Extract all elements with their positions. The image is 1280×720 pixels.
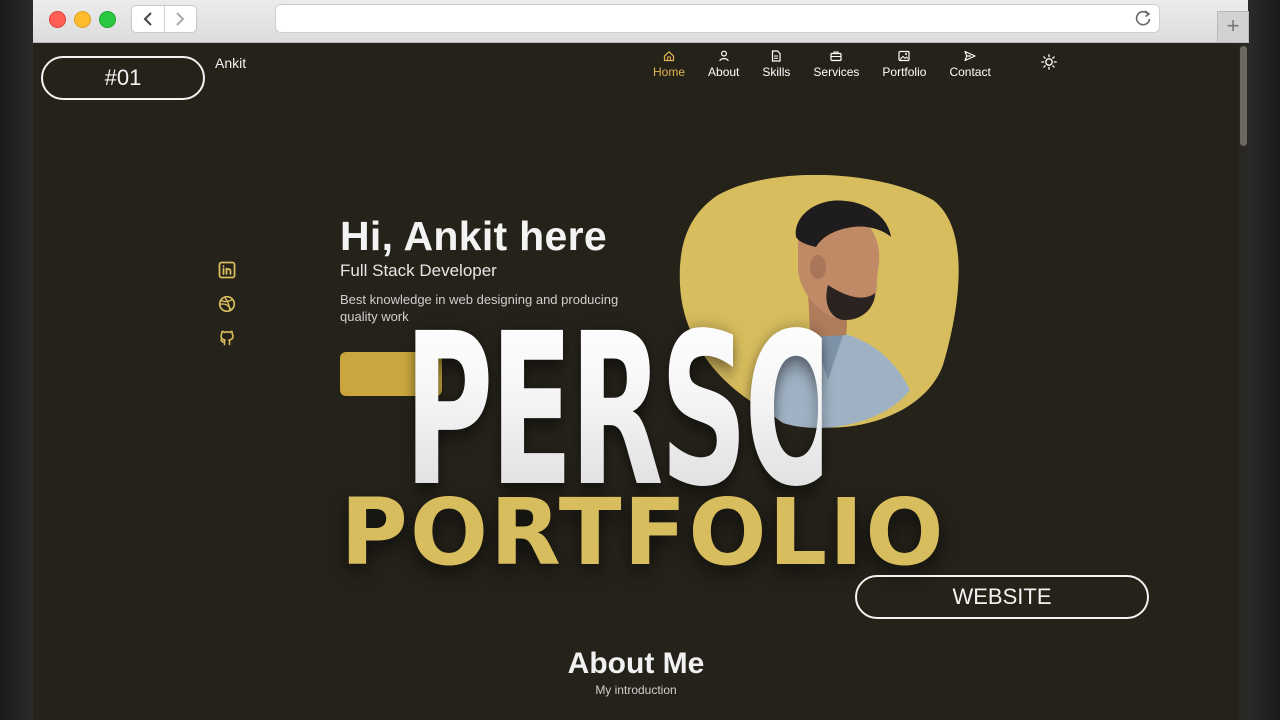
close-window-button[interactable]	[49, 11, 66, 28]
sun-icon[interactable]	[1041, 54, 1057, 70]
nav-skills[interactable]: Skills	[762, 50, 790, 79]
linkedin-icon[interactable]	[218, 261, 236, 279]
scrollbar-thumb[interactable]	[1240, 46, 1247, 146]
user-icon	[718, 50, 729, 62]
frame-right	[1248, 0, 1280, 720]
maximize-window-button[interactable]	[99, 11, 116, 28]
nav-about[interactable]: About	[708, 50, 739, 79]
file-icon	[772, 50, 781, 62]
nav-label: Home	[653, 65, 686, 79]
send-icon	[964, 50, 976, 62]
image-icon	[898, 50, 911, 62]
home-icon	[663, 50, 675, 62]
about-title: About Me	[567, 647, 705, 680]
nav-home[interactable]: Home	[653, 50, 685, 79]
hero-role: Full Stack Developer	[340, 261, 497, 280]
about-subtitle: My introduction	[595, 683, 677, 697]
nav-contact[interactable]: Contact	[949, 50, 991, 79]
frame-left	[0, 0, 33, 720]
episode-badge: #01	[41, 56, 205, 100]
chevron-left-icon	[143, 12, 152, 26]
reload-icon[interactable]	[1133, 8, 1153, 28]
nav-label: Skills	[762, 65, 791, 79]
browser-toolbar	[33, 0, 1248, 43]
website-badge: WEBSITE	[855, 575, 1149, 619]
chevron-right-icon	[176, 12, 185, 26]
back-button[interactable]	[132, 6, 165, 32]
history-buttons	[131, 5, 197, 33]
nav-label: Portfolio	[882, 65, 927, 79]
headline-portfolio: PORTFOLIO	[340, 479, 946, 586]
hero-title: Hi, Ankit here	[340, 213, 607, 259]
nav-label: Contact	[949, 65, 991, 79]
github-icon[interactable]	[218, 329, 236, 347]
dribbble-icon[interactable]	[218, 295, 236, 313]
briefcase-icon	[830, 51, 842, 62]
nav-services[interactable]: Services	[813, 50, 859, 79]
address-bar[interactable]	[275, 4, 1160, 33]
nav-label: Services	[813, 65, 860, 79]
forward-button[interactable]	[165, 6, 197, 32]
nav-portfolio[interactable]: Portfolio	[882, 50, 926, 79]
nav-label: About	[708, 65, 740, 79]
minimize-window-button[interactable]	[74, 11, 91, 28]
main-nav: Home About Skills Services Portfolio Con…	[653, 50, 1014, 79]
new-tab-button[interactable]: +	[1217, 11, 1249, 43]
site-logo[interactable]: Ankit	[215, 55, 246, 71]
